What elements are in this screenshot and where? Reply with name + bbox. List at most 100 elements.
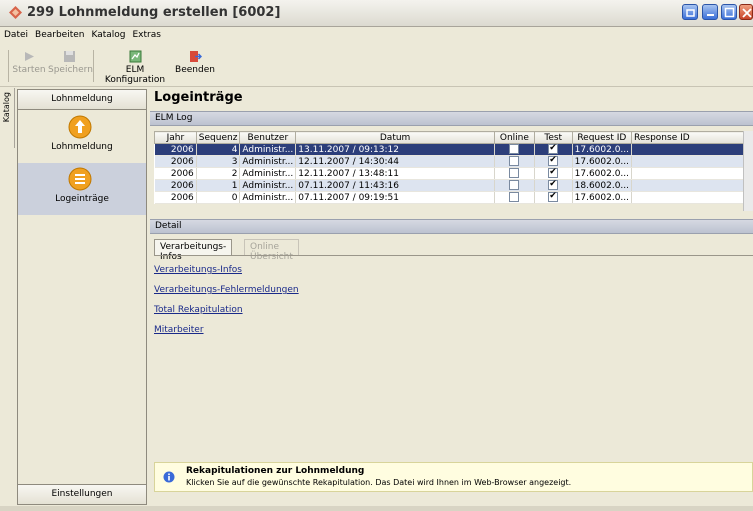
page-title: Logeinträge bbox=[154, 90, 243, 105]
elm-konfiguration-label: ELM Konfiguration bbox=[104, 65, 166, 85]
link-verarbeitungs-fehlermeldungen[interactable]: Verarbeitungs-Fehlermeldungen bbox=[154, 285, 299, 295]
cell-jahr: 2006 bbox=[154, 155, 197, 168]
tab-verarbeitungs-infos[interactable]: Verarbeitungs-Infos bbox=[154, 239, 233, 262]
cell-request: 17.6002.0... bbox=[572, 143, 633, 156]
cell-request: 18.6002.0... bbox=[572, 179, 633, 192]
table-scrollbar[interactable] bbox=[743, 131, 753, 211]
test-checkbox[interactable] bbox=[548, 180, 559, 191]
cell-online bbox=[494, 143, 535, 156]
table-header-row: Jahr Sequenz Benutzer Datum Online Test … bbox=[154, 131, 753, 144]
cell-datum: 13.11.2007 / 09:13:12 bbox=[295, 143, 495, 156]
cell-sequenz: 2 bbox=[196, 167, 241, 180]
play-icon bbox=[24, 52, 34, 61]
close-button[interactable] bbox=[739, 4, 753, 20]
log-table: Jahr Sequenz Benutzer Datum Online Test … bbox=[154, 131, 753, 204]
main-content: Logeinträge ELM Log Jahr Sequenz Benutze… bbox=[150, 89, 753, 505]
cell-datum: 07.11.2007 / 11:43:16 bbox=[295, 179, 495, 192]
table-row[interactable]: 20060Administr...07.11.2007 / 09:19:51 17… bbox=[154, 191, 753, 204]
menu-datei[interactable]: Datei bbox=[0, 28, 31, 40]
toolbar-separator bbox=[93, 50, 94, 82]
info-icon bbox=[163, 471, 175, 483]
cell-response bbox=[631, 179, 753, 192]
menu-extras[interactable]: Extras bbox=[129, 28, 164, 40]
cell-online bbox=[494, 191, 535, 204]
window-title: 299 Lohnmeldung erstellen [6002] bbox=[27, 5, 281, 20]
cell-sequenz: 4 bbox=[196, 143, 241, 156]
column-header[interactable]: Jahr bbox=[154, 131, 197, 144]
restore-button[interactable] bbox=[682, 4, 698, 20]
column-header[interactable]: Datum bbox=[295, 131, 495, 144]
link-mitarbeiter[interactable]: Mitarbeiter bbox=[154, 325, 204, 335]
online-checkbox[interactable] bbox=[509, 168, 520, 179]
katalog-side-tab[interactable]: Katalog bbox=[0, 88, 15, 148]
katalog-tab-label: Katalog bbox=[2, 92, 11, 123]
column-header[interactable]: Test bbox=[533, 131, 573, 144]
online-checkbox[interactable] bbox=[509, 144, 520, 155]
info-box: Rekapitulationen zur Lohnmeldung Klicken… bbox=[154, 462, 753, 492]
column-header[interactable]: Online bbox=[493, 131, 535, 144]
table-row[interactable]: 20062Administr...12.11.2007 / 13:48:11 17… bbox=[154, 167, 753, 180]
link-total-rekapitulation[interactable]: Total Rekapitulation bbox=[154, 305, 243, 315]
minimize-button[interactable] bbox=[702, 4, 718, 20]
menu-bar: Datei Bearbeiten Katalog Extras bbox=[0, 28, 753, 44]
beenden-label: Beenden bbox=[175, 65, 215, 75]
info-title: Rekapitulationen zur Lohnmeldung bbox=[186, 466, 365, 476]
cell-online bbox=[494, 155, 535, 168]
speichern-button[interactable]: Speichern bbox=[48, 46, 93, 75]
cell-benutzer: Administr... bbox=[239, 143, 297, 156]
cell-datum: 07.11.2007 / 09:19:51 bbox=[295, 191, 495, 204]
nav-item-label: Logeinträge bbox=[55, 194, 109, 204]
cell-request: 17.6002.0... bbox=[572, 191, 633, 204]
cell-response bbox=[631, 191, 753, 204]
table-row[interactable]: 20064Administr...13.11.2007 / 09:13:12 17… bbox=[154, 143, 753, 156]
cell-response bbox=[631, 155, 753, 168]
cell-sequenz: 0 bbox=[196, 191, 241, 204]
cell-response bbox=[631, 167, 753, 180]
tab-online-uebersicht[interactable]: Online Übersicht bbox=[244, 239, 299, 262]
cell-sequenz: 3 bbox=[196, 155, 241, 168]
cell-benutzer: Administr... bbox=[239, 179, 297, 192]
column-header[interactable]: Sequenz bbox=[195, 131, 241, 144]
online-checkbox[interactable] bbox=[509, 180, 520, 191]
table-row[interactable]: 20063Administr...12.11.2007 / 14:30:44 17… bbox=[154, 155, 753, 168]
config-icon bbox=[129, 50, 141, 63]
beenden-button[interactable]: Beenden bbox=[175, 46, 215, 75]
nav-item-lohnmeldung[interactable]: Lohnmeldung bbox=[18, 111, 146, 163]
cell-online bbox=[494, 167, 535, 180]
link-verarbeitungs-infos[interactable]: Verarbeitungs-Infos bbox=[154, 265, 242, 275]
save-icon bbox=[63, 51, 75, 62]
cell-sequenz: 1 bbox=[196, 179, 241, 192]
column-header[interactable]: Request ID bbox=[571, 131, 633, 144]
table-row[interactable]: 20061Administr...07.11.2007 / 11:43:16 18… bbox=[154, 179, 753, 192]
menu-bearbeiten[interactable]: Bearbeiten bbox=[31, 28, 87, 40]
einstellungen-button[interactable]: Einstellungen bbox=[18, 484, 146, 504]
cell-request: 17.6002.0... bbox=[572, 167, 633, 180]
arrow-up-icon bbox=[68, 115, 92, 139]
left-panel: Lohnmeldung Lohnmeldung Logeinträge Eins… bbox=[17, 89, 147, 505]
maximize-button[interactable] bbox=[721, 4, 737, 20]
starten-button[interactable]: Starten bbox=[12, 46, 46, 75]
speichern-label: Speichern bbox=[48, 65, 93, 75]
list-icon bbox=[68, 167, 92, 191]
title-bar: 299 Lohnmeldung erstellen [6002] bbox=[0, 0, 753, 27]
cell-jahr: 2006 bbox=[154, 167, 197, 180]
elm-konfiguration-button[interactable]: ELM Konfiguration bbox=[97, 46, 173, 85]
toolbar-separator bbox=[8, 50, 9, 82]
cell-test bbox=[534, 179, 573, 192]
cell-request: 17.6002.0... bbox=[572, 155, 633, 168]
test-checkbox[interactable] bbox=[548, 168, 559, 179]
cell-response bbox=[631, 143, 753, 156]
menu-katalog[interactable]: Katalog bbox=[87, 28, 128, 40]
cell-test bbox=[534, 167, 573, 180]
test-checkbox[interactable] bbox=[548, 156, 559, 167]
cell-jahr: 2006 bbox=[154, 179, 197, 192]
test-checkbox[interactable] bbox=[548, 192, 559, 203]
cell-jahr: 2006 bbox=[154, 143, 197, 156]
nav-item-logeintraege[interactable]: Logeinträge bbox=[18, 163, 146, 215]
test-checkbox[interactable] bbox=[548, 144, 559, 155]
online-checkbox[interactable] bbox=[509, 156, 520, 167]
cell-benutzer: Administr... bbox=[239, 155, 297, 168]
online-checkbox[interactable] bbox=[509, 192, 520, 203]
column-header[interactable]: Response ID bbox=[631, 131, 753, 144]
column-header[interactable]: Benutzer bbox=[239, 131, 297, 144]
